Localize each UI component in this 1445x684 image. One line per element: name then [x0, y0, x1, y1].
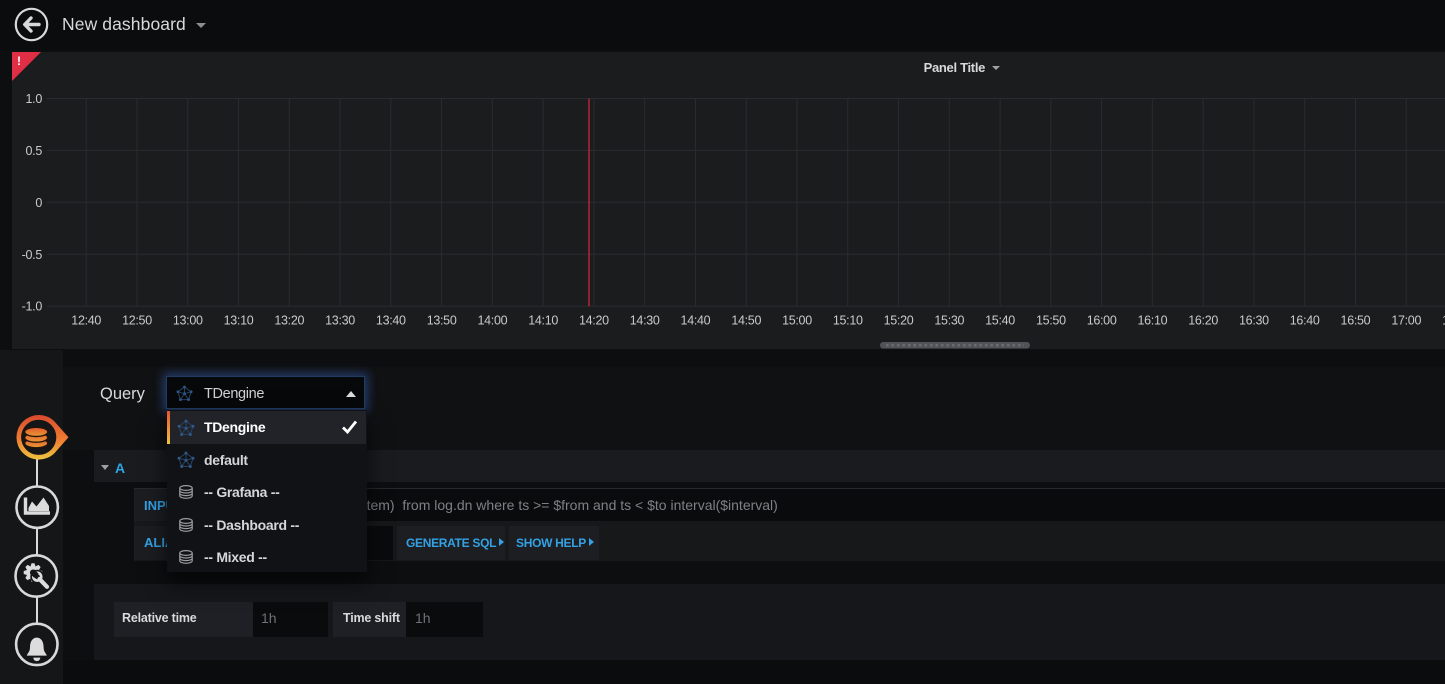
svg-text:14:30: 14:30 — [630, 314, 660, 328]
svg-text:14:50: 14:50 — [731, 314, 761, 328]
svg-text:13:10: 13:10 — [224, 314, 254, 328]
svg-text:16:00: 16:00 — [1087, 314, 1117, 328]
svg-text:13:50: 13:50 — [427, 314, 457, 328]
svg-text:16:10: 16:10 — [1137, 314, 1167, 328]
svg-text:0.5: 0.5 — [26, 144, 43, 158]
svg-text:15:40: 15:40 — [985, 314, 1015, 328]
svg-text:12:50: 12:50 — [122, 314, 152, 328]
svg-text:15:30: 15:30 — [934, 314, 964, 328]
svg-text:14:00: 14:00 — [477, 314, 507, 328]
svg-text:15:20: 15:20 — [884, 314, 914, 328]
svg-text:1.0: 1.0 — [26, 92, 43, 106]
svg-text:14:40: 14:40 — [681, 314, 711, 328]
svg-text:-0.5: -0.5 — [22, 248, 43, 262]
svg-text:15:00: 15:00 — [782, 314, 812, 328]
svg-text:13:30: 13:30 — [325, 314, 355, 328]
svg-text:15:10: 15:10 — [833, 314, 863, 328]
svg-text:13:20: 13:20 — [274, 314, 304, 328]
svg-text:16:40: 16:40 — [1290, 314, 1320, 328]
svg-text:16:30: 16:30 — [1239, 314, 1269, 328]
svg-text:16:20: 16:20 — [1188, 314, 1218, 328]
svg-text:15:50: 15:50 — [1036, 314, 1066, 328]
svg-text:13:40: 13:40 — [376, 314, 406, 328]
svg-text:13:00: 13:00 — [173, 314, 203, 328]
svg-text:12:40: 12:40 — [71, 314, 101, 328]
svg-text:14:10: 14:10 — [528, 314, 558, 328]
svg-text:14:20: 14:20 — [579, 314, 609, 328]
svg-text:17:00: 17:00 — [1391, 314, 1421, 328]
svg-text:0: 0 — [35, 196, 42, 210]
svg-text:16:50: 16:50 — [1341, 314, 1371, 328]
svg-text:-1.0: -1.0 — [22, 300, 43, 314]
